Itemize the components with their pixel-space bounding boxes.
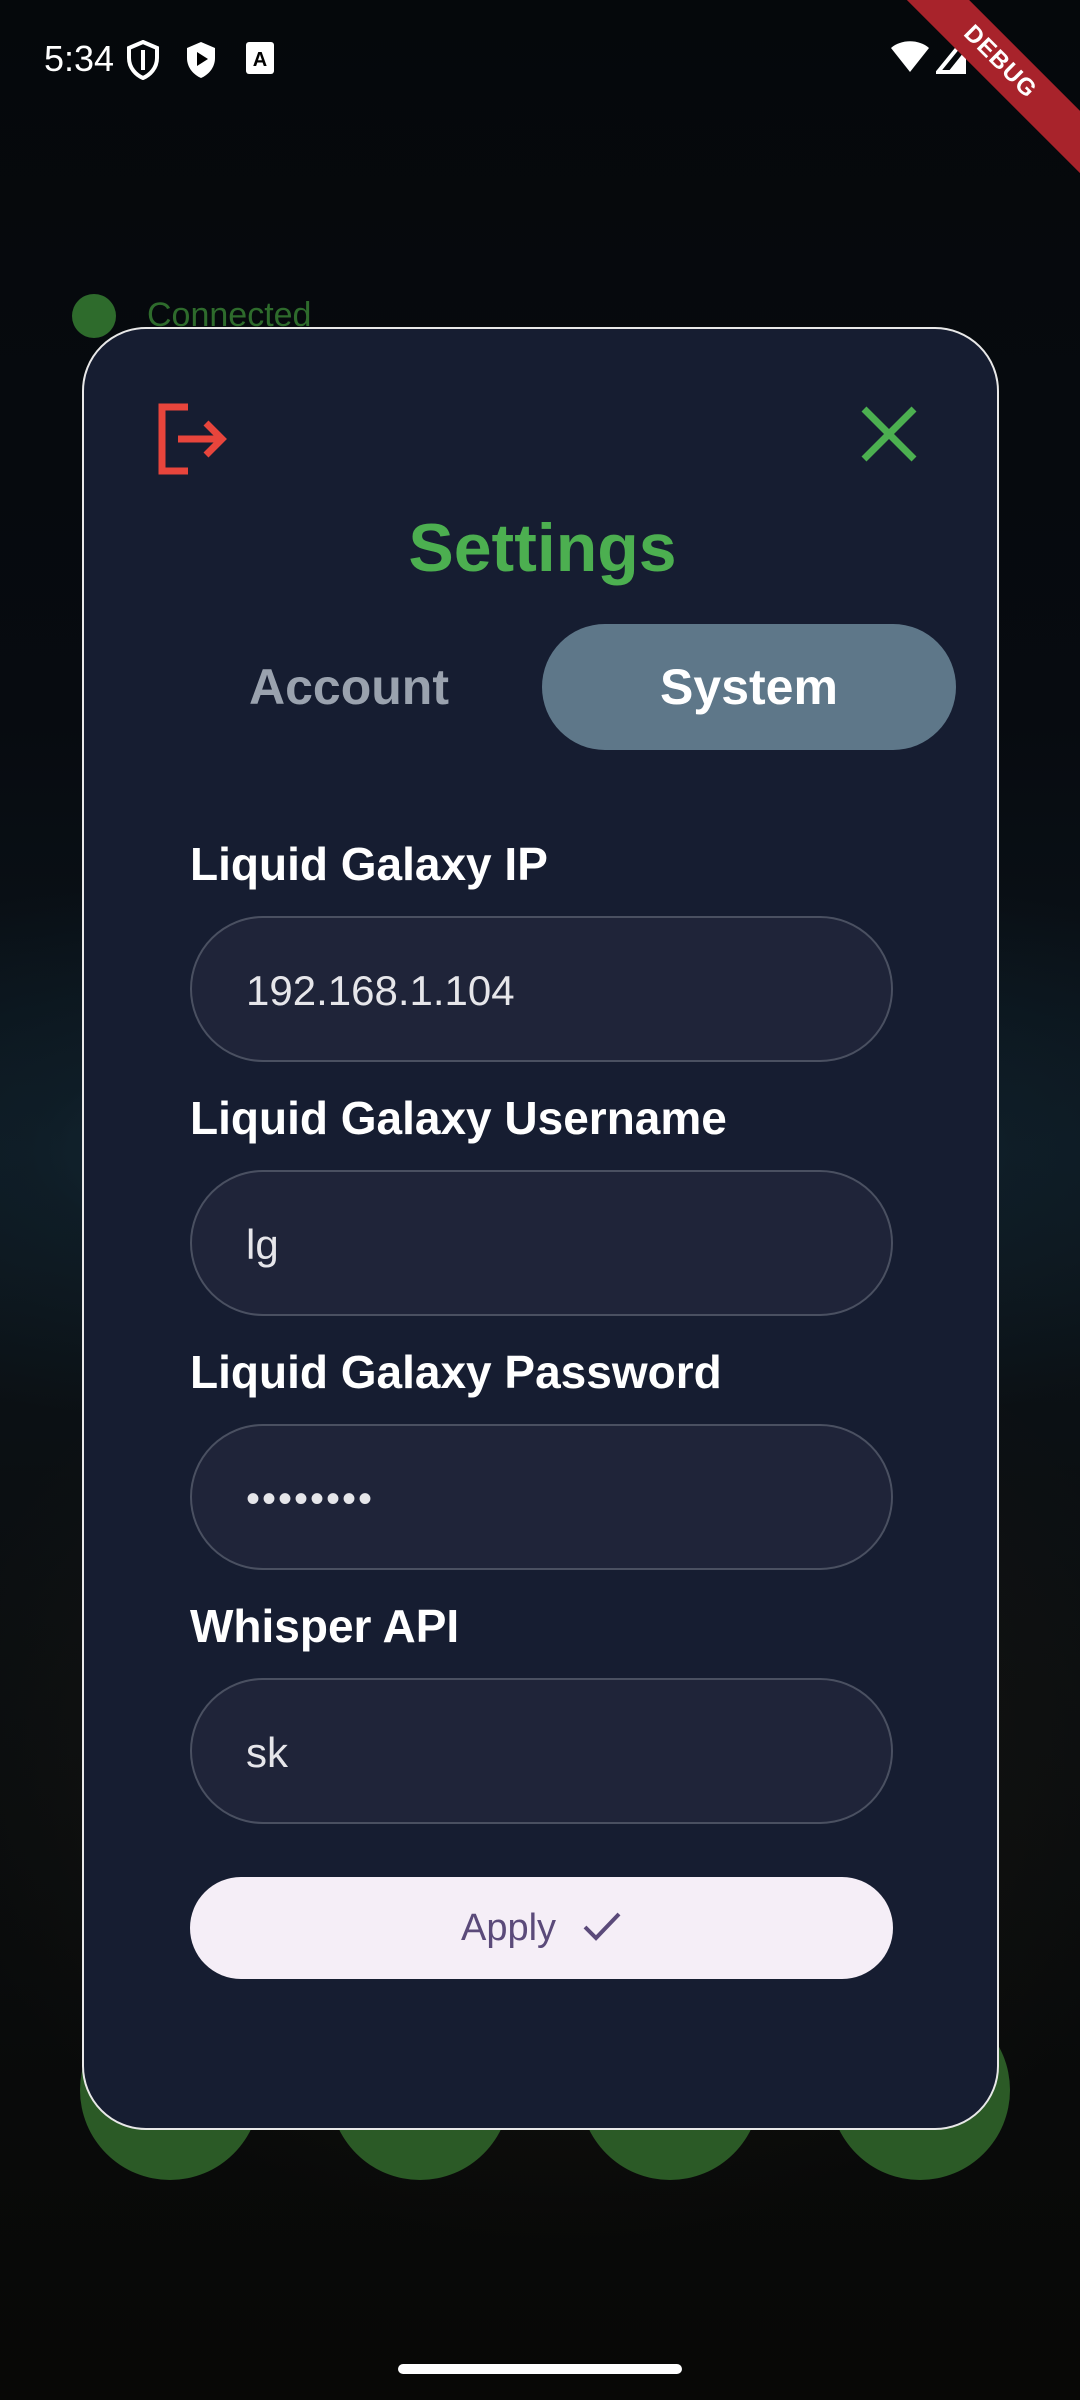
settings-dialog: Settings Account System Liquid Galaxy IP… bbox=[82, 327, 999, 2130]
status-bar: 5:34 A DEBUG bbox=[0, 0, 1080, 184]
settings-tabs: Account System bbox=[184, 624, 974, 750]
password-label: Liquid Galaxy Password bbox=[190, 1346, 722, 1398]
connection-status-dot bbox=[72, 294, 116, 338]
ip-input-value: 192.168.1.104 bbox=[246, 967, 515, 1014]
svg-text:A: A bbox=[253, 49, 267, 71]
logout-button[interactable] bbox=[150, 399, 230, 479]
home-indicator[interactable] bbox=[398, 2364, 682, 2374]
play-shield-icon bbox=[184, 40, 218, 85]
username-input[interactable]: lg bbox=[190, 1170, 893, 1316]
dialog-title: Settings bbox=[408, 510, 677, 586]
debug-banner: DEBUG bbox=[878, 0, 1080, 184]
text-box-icon: A bbox=[244, 40, 276, 81]
screen: 5:34 A DEBUG Connected Settings Account … bbox=[0, 0, 1080, 2400]
shield-icon bbox=[126, 39, 160, 85]
whisper-api-label: Whisper API bbox=[190, 1600, 460, 1652]
wifi-icon bbox=[890, 38, 930, 79]
username-label: Liquid Galaxy Username bbox=[190, 1092, 727, 1144]
status-time: 5:34 bbox=[44, 38, 115, 79]
close-button[interactable] bbox=[854, 399, 924, 469]
whisper-api-input-value: sk bbox=[246, 1729, 288, 1776]
apply-button[interactable]: Apply bbox=[190, 1877, 893, 1979]
close-icon bbox=[854, 406, 924, 473]
password-input[interactable]: •••••••• bbox=[190, 1424, 893, 1570]
check-icon bbox=[582, 1910, 622, 1947]
tab-system[interactable]: System bbox=[542, 624, 956, 750]
tab-account[interactable]: Account bbox=[184, 624, 514, 750]
logout-icon bbox=[150, 403, 230, 483]
password-input-value: •••••••• bbox=[246, 1477, 375, 1521]
apply-button-label: Apply bbox=[460, 1906, 557, 1949]
ip-input[interactable]: 192.168.1.104 bbox=[190, 916, 893, 1062]
ip-label: Liquid Galaxy IP bbox=[190, 838, 548, 890]
whisper-api-input[interactable]: sk bbox=[190, 1678, 893, 1824]
username-input-value: lg bbox=[246, 1221, 279, 1268]
